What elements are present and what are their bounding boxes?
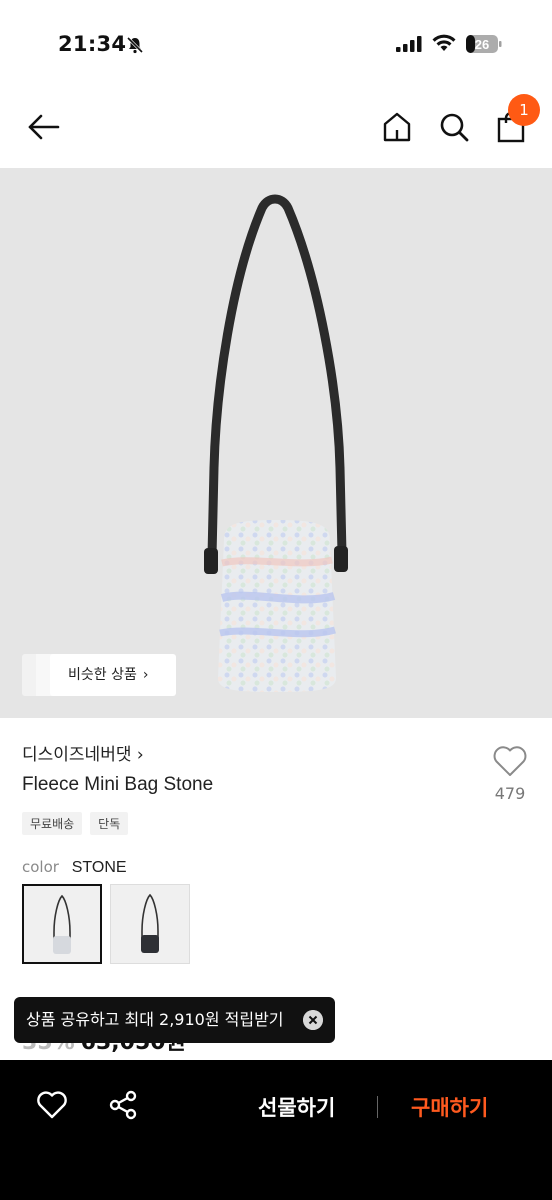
- color-value: STONE: [71, 859, 127, 876]
- similar-products-button[interactable]: 비슷한 상품 ›: [50, 654, 176, 696]
- color-swatch-black[interactable]: [110, 884, 190, 964]
- back-arrow-icon[interactable]: [26, 112, 62, 142]
- bottom-action-bar: 선물하기 구매하기: [0, 1060, 552, 1200]
- wifi-icon: [432, 34, 456, 51]
- share-reward-toast: 상품 공유하고 최대 2,910원 적립받기: [14, 997, 335, 1043]
- product-name: Fleece Mini Bag Stone: [22, 774, 214, 795]
- toast-text: 상품 공유하고 최대 2,910원 적립받기: [26, 1010, 284, 1029]
- similar-products-label: 비슷한 상품: [68, 667, 137, 683]
- home-icon[interactable]: [380, 110, 414, 144]
- signal-icon: [396, 36, 422, 52]
- status-bar: 21:34 26: [0, 0, 552, 88]
- color-swatch-stone[interactable]: [22, 884, 102, 964]
- heart-icon: [493, 746, 527, 776]
- top-nav: 1: [0, 88, 552, 168]
- battery-level: 26: [475, 37, 489, 52]
- cart-count-badge[interactable]: 1: [508, 94, 540, 126]
- like-count: 479: [494, 784, 526, 803]
- search-icon[interactable]: [437, 110, 471, 144]
- fleece-bag-illustration: [204, 194, 348, 692]
- tag-free-shipping: 무료배송: [22, 812, 83, 835]
- like-button[interactable]: 479: [486, 744, 534, 803]
- gift-button[interactable]: 선물하기: [258, 1092, 335, 1122]
- bell-off-icon: [126, 36, 144, 54]
- brand-link[interactable]: 디스이즈네버댓 ›: [22, 740, 144, 765]
- close-icon[interactable]: [303, 1010, 323, 1030]
- share-icon[interactable]: [108, 1090, 138, 1120]
- divider: [377, 1096, 378, 1118]
- color-label: color: [22, 858, 59, 876]
- chevron-right-icon: ›: [142, 667, 149, 683]
- product-tags: 무료배송 단독: [22, 812, 129, 835]
- buy-button[interactable]: 구매하기: [411, 1092, 488, 1122]
- tag-exclusive: 단독: [90, 812, 129, 835]
- battery-icon: 26: [466, 34, 502, 54]
- product-image[interactable]: 비슷한 상품 ›: [0, 168, 552, 718]
- color-row: color STONE: [22, 858, 127, 877]
- status-time: 21:34: [58, 32, 127, 56]
- heart-icon[interactable]: [36, 1090, 68, 1120]
